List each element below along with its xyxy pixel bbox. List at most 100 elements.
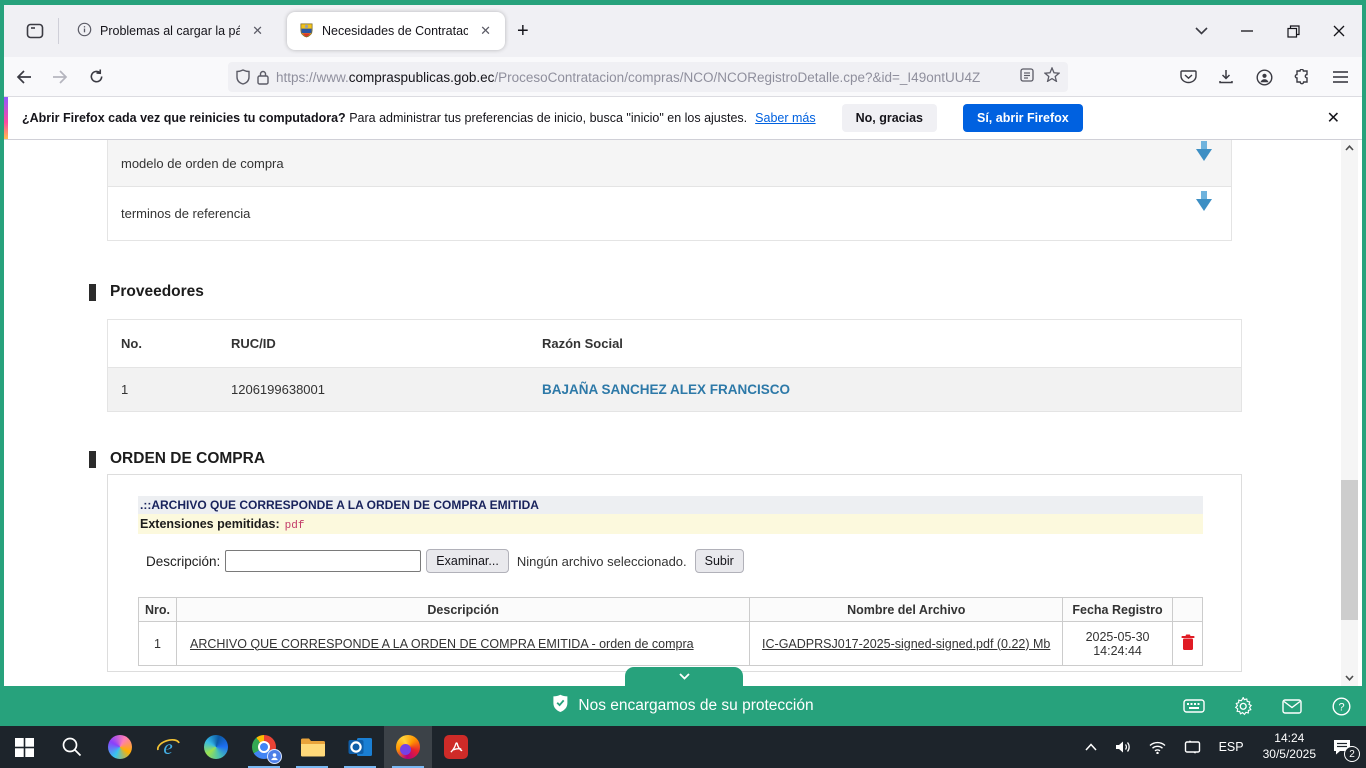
reload-button[interactable]: [80, 62, 112, 92]
protection-bar: Nos encargamos de su protección ?: [0, 686, 1366, 726]
notification-count-badge: 2: [1344, 746, 1360, 762]
notification-center-icon[interactable]: 2: [1326, 726, 1366, 768]
descripcion-label: Descripción:: [146, 554, 220, 569]
internet-explorer-icon[interactable]: e: [144, 726, 192, 768]
scrollbar-thumb[interactable]: [1341, 480, 1358, 620]
file-fecha: 2025-05-3014:24:44: [1063, 622, 1173, 666]
col-razon: Razón Social: [542, 336, 1241, 351]
reader-view-icon[interactable]: [1020, 68, 1034, 87]
scroll-down-icon[interactable]: [1341, 670, 1358, 686]
new-tab-button[interactable]: +: [505, 13, 541, 49]
attachment-label: modelo de orden de compra: [121, 156, 284, 171]
list-all-tabs-icon[interactable]: [1179, 22, 1224, 40]
col-delete: [1173, 598, 1203, 622]
firefox-icon[interactable]: [384, 726, 432, 768]
tray-chevron-up-icon[interactable]: [1076, 726, 1106, 768]
tray-volume-icon[interactable]: [1106, 726, 1140, 768]
mail-icon[interactable]: [1281, 695, 1303, 717]
notification-text: ¿Abrir Firefox cada vez que reinicies tu…: [22, 111, 747, 125]
protection-bar-collapse-button[interactable]: [625, 667, 743, 686]
url-bar[interactable]: https://www.compraspublicas.gob.ec/Proce…: [228, 62, 1068, 92]
tray-display-icon[interactable]: [1175, 726, 1210, 768]
minimize-button[interactable]: [1224, 12, 1270, 50]
no-file-text: Ningún archivo seleccionado.: [517, 554, 687, 569]
page-scrollbar[interactable]: [1341, 140, 1358, 686]
tracking-shield-icon[interactable]: [236, 69, 250, 85]
tab-close-icon[interactable]: ✕: [476, 21, 495, 41]
tab-necesidades[interactable]: Necesidades de Contratación y ✕: [287, 12, 505, 50]
navigation-toolbar: https://www.compraspublicas.gob.ec/Proce…: [4, 57, 1362, 97]
tab-title: Necesidades de Contratación y: [322, 24, 468, 38]
close-notification-icon[interactable]: ✕: [1327, 108, 1340, 128]
start-button[interactable]: [0, 726, 48, 768]
forward-button[interactable]: [44, 62, 76, 92]
ecuador-favicon: [299, 22, 314, 41]
extensions-icon[interactable]: [1290, 65, 1314, 89]
col-no: No.: [108, 336, 231, 351]
orden-panel: .::ARCHIVO QUE CORRESPONDE A LA ORDEN DE…: [107, 474, 1242, 672]
outlook-icon[interactable]: [336, 726, 384, 768]
tray-clock[interactable]: 14:2430/5/2025: [1253, 731, 1326, 762]
proveedor-row: 1 1206199638001 BAJAÑA SANCHEZ ALEX FRAN…: [108, 367, 1241, 411]
acrobat-icon[interactable]: [432, 726, 480, 768]
examinar-button[interactable]: Examinar...: [426, 549, 509, 573]
subir-button[interactable]: Subir: [695, 549, 744, 573]
settings-gear-icon[interactable]: [1232, 695, 1254, 717]
extensiones-bar: Extensiones pemitidas:pdf: [138, 514, 1203, 534]
svg-text:e: e: [163, 735, 172, 759]
file-name-link[interactable]: IC-GADPRSJ017-2025-signed-signed.pdf (0.…: [762, 637, 1050, 651]
tab-close-icon[interactable]: ✕: [248, 21, 267, 41]
protection-shield-icon: [552, 694, 568, 718]
learn-more-link[interactable]: Saber más: [755, 111, 815, 125]
lock-icon[interactable]: [257, 70, 269, 85]
archivo-header: .::ARCHIVO QUE CORRESPONDE A LA ORDEN DE…: [138, 496, 1203, 514]
attachment-label: terminos de referencia: [121, 206, 250, 221]
delete-file-icon[interactable]: [1181, 634, 1195, 654]
back-button[interactable]: [8, 62, 40, 92]
tab-title: Problemas al cargar la página: [100, 24, 240, 38]
pocket-icon[interactable]: [1176, 65, 1200, 89]
tray-wifi-icon[interactable]: [1140, 726, 1175, 768]
copilot-icon[interactable]: [96, 726, 144, 768]
url-text: https://www.compraspublicas.gob.ec/Proce…: [276, 70, 1020, 85]
file-descripcion-link[interactable]: ARCHIVO QUE CORRESPONDE A LA ORDEN DE CO…: [190, 637, 694, 651]
close-window-button[interactable]: [1316, 12, 1362, 50]
attachment-row: terminos de referencia: [108, 186, 1231, 240]
startup-notification-bar: ¿Abrir Firefox cada vez que reinicies tu…: [4, 97, 1362, 140]
taskbar-search-icon[interactable]: [48, 726, 96, 768]
file-explorer-icon[interactable]: [288, 726, 336, 768]
edge-icon[interactable]: [192, 726, 240, 768]
restore-button[interactable]: [1270, 12, 1316, 50]
firefox-view-icon[interactable]: [18, 14, 52, 48]
system-tray: ESP 14:2430/5/2025 2: [1076, 726, 1366, 768]
account-icon[interactable]: [1252, 65, 1276, 89]
downloads-icon[interactable]: [1214, 65, 1238, 89]
ext-value: pdf: [285, 520, 305, 532]
download-attachment-icon[interactable]: [1191, 199, 1217, 228]
browser-window: Problemas al cargar la página ✕ Necesida…: [4, 5, 1362, 686]
chrome-icon[interactable]: [240, 726, 288, 768]
download-attachment-icon[interactable]: [1191, 149, 1217, 178]
accept-button[interactable]: Sí, abrir Firefox: [963, 104, 1083, 132]
proveedor-link[interactable]: BAJAÑA SANCHEZ ALEX FRANCISCO: [542, 382, 790, 397]
menu-hamburger-icon[interactable]: [1328, 65, 1352, 89]
col-ruc: RUC/ID: [231, 336, 542, 351]
upload-form: Descripción: Examinar... Ningún archivo …: [146, 549, 744, 573]
attachment-row: modelo de orden de compra: [108, 140, 1231, 186]
help-icon[interactable]: ?: [1330, 695, 1352, 717]
attachments-table: modelo de orden de compra terminos de re…: [107, 140, 1232, 241]
col-fecha: Fecha Registro: [1063, 598, 1173, 622]
heading-bar: [89, 284, 96, 301]
tab-problemas[interactable]: Problemas al cargar la página ✕: [65, 12, 277, 50]
virtual-keyboard-icon[interactable]: [1183, 695, 1205, 717]
proveedores-table: No. RUC/ID Razón Social 1 1206199638001 …: [107, 319, 1242, 412]
col-archivo: Nombre del Archivo: [750, 598, 1063, 622]
descripcion-input[interactable]: [225, 550, 421, 572]
tray-language[interactable]: ESP: [1210, 726, 1253, 768]
decline-button[interactable]: No, gracias: [842, 104, 937, 132]
screen: Problemas al cargar la página ✕ Necesida…: [0, 0, 1366, 768]
protection-message: Nos encargamos de su protección: [578, 697, 813, 715]
bookmark-star-icon[interactable]: [1044, 67, 1060, 87]
scroll-up-icon[interactable]: [1341, 140, 1358, 156]
chrome-profile-badge: [267, 749, 282, 764]
